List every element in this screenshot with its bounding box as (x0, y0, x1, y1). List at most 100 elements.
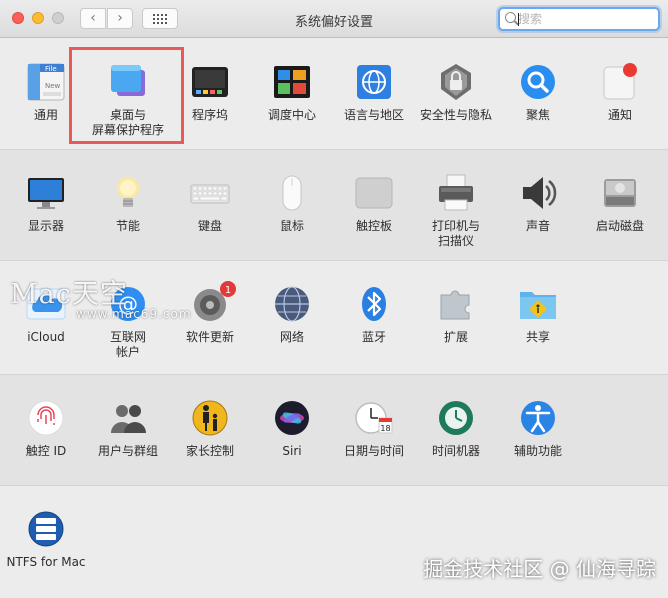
touch-id-icon (25, 397, 67, 439)
pref-internet-accounts-label: 互联网 帐户 (109, 330, 146, 359)
pref-notifications[interactable]: 通知 (579, 61, 661, 123)
pref-displays-label: 显示器 (27, 219, 64, 233)
pref-dock-label: 程序坞 (191, 108, 228, 122)
search-field[interactable] (498, 7, 660, 31)
desktop-screensaver-icon (107, 61, 149, 103)
accessibility-icon (517, 397, 559, 439)
pref-users-groups[interactable]: 用户与群组 (87, 397, 169, 459)
general-icon-file-text: File (45, 65, 57, 73)
pref-printers-scanners-label: 打印机与 扫描仪 (431, 219, 480, 248)
preferences-row-internet: iCloud @ 互联网 帐户 1 软件更新 网络 蓝牙 扩展 共享 (0, 261, 668, 374)
general-icon-new-text: New (45, 82, 61, 90)
pref-touch-id-label: 触控 ID (25, 444, 67, 458)
pref-users-groups-label: 用户与群组 (97, 444, 158, 458)
pref-extensions[interactable]: 扩展 (415, 283, 497, 345)
pref-siri[interactable]: Siri (251, 397, 333, 459)
pref-printers-scanners[interactable]: 打印机与 扫描仪 (415, 172, 497, 249)
pref-ntfs-for-mac[interactable]: NTFS for Mac (5, 508, 87, 570)
displays-icon (25, 172, 67, 214)
svg-text:@: @ (118, 292, 138, 316)
close-window-button[interactable] (12, 12, 24, 24)
software-update-icon: 1 (189, 281, 236, 325)
pref-parental-controls-label: 家长控制 (185, 444, 234, 458)
network-icon (271, 283, 313, 325)
pref-desktop-screensaver[interactable]: 桌面与 屏幕保护程序 (87, 61, 169, 138)
printers-scanners-icon (435, 172, 477, 214)
text-caret (518, 13, 519, 26)
pref-icloud-label: iCloud (27, 330, 65, 344)
preferences-row-hardware: 显示器 节能 键盘 鼠标 触控板 打印机与 扫描仪 声音 启动磁盘 (0, 149, 668, 261)
pref-internet-accounts[interactable]: @ 互联网 帐户 (87, 283, 169, 360)
pref-keyboard[interactable]: 键盘 (169, 172, 251, 234)
pref-date-time[interactable]: 18 日期与时间 (333, 397, 415, 459)
keyboard-icon (189, 172, 231, 214)
back-button[interactable]: ‹ (80, 8, 106, 29)
forward-button[interactable]: › (107, 8, 133, 29)
pref-accessibility[interactable]: 辅助功能 (497, 397, 579, 459)
pref-mission-control-label: 调度中心 (267, 108, 316, 122)
system-preferences-window: ‹ › 系统偏好设置 File New (0, 0, 668, 598)
pref-software-update[interactable]: 1 软件更新 (169, 281, 251, 345)
extensions-icon (435, 283, 477, 325)
ntfs-for-mac-icon (25, 508, 67, 550)
siri-icon (271, 397, 313, 439)
show-all-button[interactable] (142, 8, 178, 29)
pref-time-machine[interactable]: 时间机器 (415, 397, 497, 459)
update-count-text: 1 (225, 285, 231, 296)
trackpad-icon (353, 172, 395, 214)
security-privacy-icon (435, 61, 477, 103)
minimize-window-button[interactable] (32, 12, 44, 24)
pref-ntfs-for-mac-label: NTFS for Mac (6, 555, 86, 569)
pref-general[interactable]: File New 通用 (5, 61, 87, 123)
search-input[interactable] (518, 11, 653, 27)
pref-software-update-label: 软件更新 (185, 330, 234, 344)
pref-mouse-label: 鼠标 (279, 219, 304, 233)
users-groups-icon (107, 397, 149, 439)
internet-accounts-icon: @ (107, 283, 149, 325)
pref-mouse[interactable]: 鼠标 (251, 172, 333, 234)
pref-siri-label: Siri (282, 444, 302, 458)
pref-security-privacy-label: 安全性与隐私 (419, 108, 492, 122)
bluetooth-icon (353, 283, 395, 325)
pref-sharing[interactable]: 共享 (497, 283, 579, 345)
grid-icon (153, 13, 167, 24)
pref-icloud[interactable]: iCloud (5, 283, 87, 345)
pref-sharing-label: 共享 (525, 330, 550, 344)
pref-spotlight-label: 聚焦 (525, 108, 550, 122)
pref-startup-disk[interactable]: 启动磁盘 (579, 172, 661, 234)
zoom-window-button[interactable] (52, 12, 64, 24)
energy-saver-icon (107, 172, 149, 214)
date-time-icon: 18 (353, 397, 395, 439)
preferences-row-system: 触控 ID 用户与群组 家长控制 Siri 18 日期与时间 时间机器 辅助功能 (0, 374, 668, 486)
pref-touch-id[interactable]: 触控 ID (5, 397, 87, 459)
pref-bluetooth[interactable]: 蓝牙 (333, 283, 415, 345)
pref-startup-disk-label: 启动磁盘 (595, 219, 644, 233)
pref-energy-saver-label: 节能 (115, 219, 140, 233)
mission-control-icon (271, 61, 313, 103)
pref-language-region-label: 语言与地区 (343, 108, 404, 122)
pref-displays[interactable]: 显示器 (5, 172, 87, 234)
pref-security-privacy[interactable]: 安全性与隐私 (415, 61, 497, 123)
pref-mission-control[interactable]: 调度中心 (251, 61, 333, 123)
general-icon: File New (25, 61, 67, 103)
mouse-icon (271, 172, 313, 214)
pref-parental-controls[interactable]: 家长控制 (169, 397, 251, 459)
spotlight-icon (517, 61, 559, 103)
pref-network[interactable]: 网络 (251, 283, 333, 345)
pref-desktop-screensaver-label: 桌面与 屏幕保护程序 (91, 108, 164, 137)
pref-language-region[interactable]: 语言与地区 (333, 61, 415, 123)
pref-network-label: 网络 (279, 330, 304, 344)
parental-controls-icon (189, 397, 231, 439)
pref-accessibility-label: 辅助功能 (513, 444, 562, 458)
pref-sound[interactable]: 声音 (497, 172, 579, 234)
pref-trackpad[interactable]: 触控板 (333, 172, 415, 234)
pref-spotlight[interactable]: 聚焦 (497, 61, 579, 123)
notifications-icon (599, 61, 641, 103)
icloud-icon (25, 283, 67, 325)
pref-dock[interactable]: 程序坞 (169, 61, 251, 123)
preferences-row-personal: File New 通用 桌面与 屏幕保护程序 程序坞 调度中心 语言与地区 安全… (0, 39, 668, 149)
pref-energy-saver[interactable]: 节能 (87, 172, 169, 234)
startup-disk-icon (599, 172, 641, 214)
pref-bluetooth-label: 蓝牙 (361, 330, 386, 344)
time-machine-icon (435, 397, 477, 439)
